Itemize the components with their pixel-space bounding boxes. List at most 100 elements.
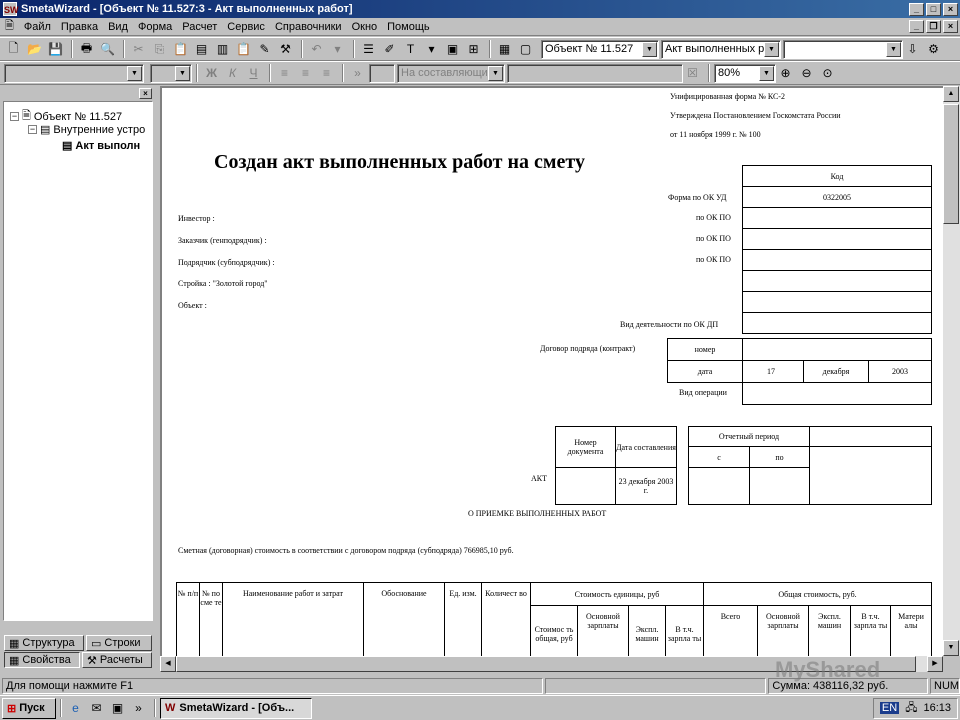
doc-close-button[interactable]: × [943, 20, 958, 33]
doc-icon[interactable]: 🗎 [0, 17, 19, 36]
zoom-out-icon[interactable]: ⊖ [797, 64, 816, 83]
close-button[interactable]: × [943, 2, 958, 16]
zoom-in-icon[interactable]: ⊕ [776, 64, 795, 83]
minimize-button[interactable]: _ [909, 2, 924, 16]
period-header: Отчетный период [688, 426, 810, 447]
frame-icon[interactable]: ▢ [516, 40, 535, 59]
underline-button[interactable]: Ч [244, 64, 263, 83]
form-combo[interactable]: Акт выполненных раб ▼ [661, 39, 781, 59]
tab-rows[interactable]: ▭ Строки [86, 635, 152, 651]
size-combo[interactable]: ▼ [150, 63, 192, 83]
ie-icon[interactable]: e [66, 699, 85, 718]
new-icon[interactable]: 🗋 [4, 40, 23, 59]
tab-properties[interactable]: ▦ Свойства [4, 652, 80, 668]
zoom-combo[interactable]: 80% ▼ [714, 63, 776, 83]
window-icon[interactable]: ▣ [443, 40, 462, 59]
collapse-icon[interactable]: − [10, 112, 19, 121]
menu-service[interactable]: Сервис [222, 21, 270, 33]
form-code: 0322005 [742, 186, 932, 208]
style-combo[interactable]: На составляющие ▼ [397, 63, 505, 83]
object-combo[interactable]: Объект № 11.527 ▼ [541, 39, 659, 59]
desktop-icon[interactable]: ▣ [108, 699, 127, 718]
undo-dropdown-icon[interactable]: ▾ [328, 40, 347, 59]
object-tree: − 🗎 Объект № 11.527 − ▤ Внутренние устро… [3, 101, 153, 621]
col-unit: Ед. изм. [444, 582, 482, 656]
vertical-scrollbar[interactable]: ▲ ▼ [943, 86, 960, 656]
align-center-icon[interactable]: ≡ [296, 64, 315, 83]
network-icon[interactable]: 🖧 [905, 699, 917, 718]
paste-special-icon[interactable]: ▤ [192, 40, 211, 59]
menu-file[interactable]: Файл [19, 21, 56, 33]
rows-tab-icon: ▭ [91, 637, 102, 650]
tools-icon[interactable]: ⚒ [276, 40, 295, 59]
quicklaunch-chevron[interactable]: » [129, 699, 148, 718]
bold-button[interactable]: Ж [202, 64, 221, 83]
clipboard-icon[interactable]: 📋 [234, 40, 253, 59]
scroll-right-button[interactable]: ▶ [927, 656, 943, 672]
menu-view[interactable]: Вид [103, 21, 133, 33]
pen-icon[interactable]: ✐ [380, 40, 399, 59]
menu-edit[interactable]: Правка [56, 21, 103, 33]
start-button[interactable]: ⊞ Пуск [2, 697, 56, 719]
scroll-thumb[interactable] [943, 104, 959, 224]
copy-format-icon[interactable]: ▥ [213, 40, 232, 59]
collapse-icon[interactable]: − [28, 125, 37, 134]
menu-calc[interactable]: Расчет [177, 21, 222, 33]
preview-icon[interactable]: 🔍 [98, 40, 117, 59]
investor-label: Инвестор : [178, 214, 215, 223]
brush-icon[interactable]: ✎ [255, 40, 274, 59]
doc-date-header: Дата составления [615, 426, 677, 468]
system-tray: EN 🖧 16:13 [872, 697, 958, 719]
scroll-up-button[interactable]: ▲ [943, 86, 959, 102]
dropdown-icon[interactable]: ▾ [422, 40, 441, 59]
scroll-down-button[interactable]: ▼ [943, 640, 959, 656]
undo-icon[interactable]: ↶ [307, 40, 326, 59]
empty-combo[interactable]: ▼ [783, 39, 903, 59]
title-bar: SW SmetaWizard - [Объект № 11.527:3 - Ак… [0, 0, 960, 18]
save-icon[interactable]: 💾 [46, 40, 65, 59]
font-combo[interactable]: ▼ [4, 63, 144, 83]
act-date: 23 декабря 2003 г. [615, 467, 677, 505]
tree-tab-icon: ▦ [9, 637, 20, 650]
open-icon[interactable]: 📂 [25, 40, 44, 59]
zoom-fit-icon[interactable]: ⊙ [818, 64, 837, 83]
doc-minimize-button[interactable]: _ [909, 20, 924, 33]
align-left-icon[interactable]: ≡ [275, 64, 294, 83]
settings-icon[interactable]: ⚙ [924, 40, 943, 59]
small-combo[interactable] [369, 63, 395, 83]
list-icon[interactable]: ☰ [359, 40, 378, 59]
panel-close-button[interactable]: × [139, 88, 152, 99]
col-total-cost: Общая стоимость, руб. [703, 582, 932, 606]
menu-reference[interactable]: Справочники [270, 21, 347, 33]
text-icon[interactable]: T [401, 40, 420, 59]
cost-line: Сметная (договорная) стоимость в соответ… [178, 546, 514, 555]
tab-structure[interactable]: ▦ Структура [4, 635, 84, 651]
calc-icon[interactable]: ⊞ [464, 40, 483, 59]
form-header-3: от 11 ноября 1999 г. № 100 [670, 130, 761, 139]
print-icon[interactable]: 🖶 [77, 40, 96, 59]
wide-combo[interactable] [507, 63, 683, 83]
task-smetawizard[interactable]: W SmetaWizard - [Объ... [160, 697, 312, 719]
checkbox-icon[interactable]: ☒ [683, 64, 702, 83]
maximize-button[interactable]: □ [926, 2, 941, 16]
tree-item-internal[interactable]: − ▤ Внутренние устро [28, 123, 145, 136]
tree-item-act[interactable]: ▤ Акт выполн [62, 139, 140, 153]
outlook-icon[interactable]: ✉ [87, 699, 106, 718]
grid-icon[interactable]: ▦ [495, 40, 514, 59]
cut-icon[interactable]: ✂ [129, 40, 148, 59]
copy-icon[interactable]: ⎘ [150, 40, 169, 59]
italic-button[interactable]: К [223, 64, 242, 83]
menu-form[interactable]: Форма [133, 21, 177, 33]
doc-restore-button[interactable]: ❐ [926, 20, 941, 33]
menu-help[interactable]: Помощь [382, 21, 435, 33]
indent-icon[interactable]: » [348, 64, 367, 83]
contract-day: 17 [742, 360, 804, 383]
menu-window[interactable]: Окно [347, 21, 383, 33]
language-icon[interactable]: EN [879, 702, 900, 714]
align-right-icon[interactable]: ≡ [317, 64, 336, 83]
export-icon[interactable]: ⇩ [903, 40, 922, 59]
tab-calcs[interactable]: ⚒ Расчеты [82, 652, 152, 668]
form-header-1: Унифицированная форма № КС-2 [670, 92, 785, 101]
scroll-left-button[interactable]: ◀ [160, 656, 176, 672]
paste-icon[interactable]: 📋 [171, 40, 190, 59]
